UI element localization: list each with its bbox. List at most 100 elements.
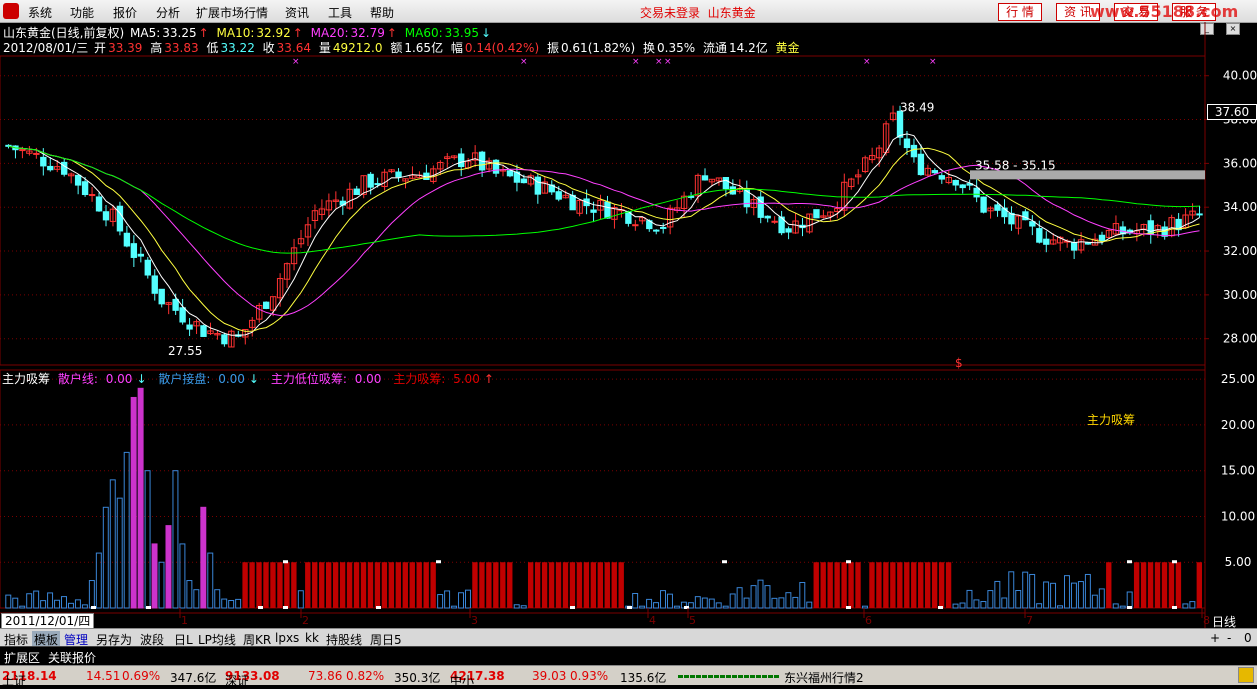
indicator-s2: 散户接盘: 0.00 ↓	[158, 372, 259, 386]
indicator-dot	[436, 560, 441, 564]
indicator-bar	[284, 562, 290, 608]
candle-body	[151, 275, 158, 294]
candle-body	[172, 298, 179, 311]
indicator-bar	[1112, 603, 1119, 609]
related-quote-tab[interactable]: 关联报价	[48, 649, 96, 666]
price-tick-label: 32.00	[1223, 244, 1257, 258]
indicator-bar	[1077, 581, 1084, 609]
indicator-bar	[778, 597, 785, 609]
indicator-bar	[987, 590, 994, 609]
month-label: 4	[649, 614, 656, 627]
indicator-bar	[186, 580, 193, 609]
indicator-bar	[444, 590, 451, 609]
indicator-bar	[646, 598, 653, 609]
candle-body	[903, 138, 911, 149]
indicator-bar	[172, 470, 179, 609]
indicator-bar	[945, 562, 952, 608]
indicator-bar	[918, 562, 924, 608]
tab-lpxs[interactable]: lpxs	[275, 631, 299, 645]
signal-marker: $	[955, 356, 963, 370]
indicator-bar	[1015, 590, 1022, 609]
candle-body	[353, 188, 360, 195]
indicator-bar	[701, 597, 708, 609]
candle-body	[130, 243, 138, 258]
indicator-bar	[388, 562, 395, 608]
indicator-bar	[764, 585, 771, 609]
indicator-bar	[632, 593, 639, 609]
indicator-bar	[325, 562, 332, 608]
candle-body	[660, 226, 667, 229]
indicator-bar	[416, 562, 422, 608]
indicator-bar	[1084, 573, 1091, 609]
indicator-bar	[555, 562, 562, 608]
indicator-bar	[339, 562, 346, 608]
indicator-bar	[938, 562, 945, 608]
indicator-bar	[1001, 597, 1008, 609]
event-marker: ×	[655, 57, 663, 67]
indicator-bar	[750, 585, 757, 609]
candle-body	[994, 204, 1001, 211]
indicator-bar	[1106, 562, 1112, 608]
chart-canvas[interactable]: 40.0038.0036.0034.0032.0030.0028.00 25.0…	[0, 0, 1257, 684]
indicator-bar	[1063, 575, 1070, 609]
indicator-bar	[848, 562, 854, 608]
indicator-bar	[736, 587, 743, 609]
indicator-bar	[722, 605, 729, 609]
indicator-bar	[179, 543, 186, 609]
indicator-dot	[846, 606, 851, 609]
candle-body	[534, 176, 542, 195]
indicator-bar	[479, 562, 485, 608]
reset-button[interactable]: 0	[1244, 631, 1252, 645]
indicator-bar	[270, 562, 276, 608]
tab-kk[interactable]: kk	[305, 631, 319, 645]
candle-body	[74, 174, 82, 186]
indicator-bar	[472, 562, 478, 608]
candle-body	[701, 175, 709, 181]
sh-pct: 0.69%	[122, 669, 161, 683]
candle-body	[123, 232, 131, 247]
indicator-bar	[61, 596, 67, 609]
indicator-bar	[54, 599, 61, 609]
indicator-bar	[214, 589, 221, 609]
indicator-bar	[813, 562, 819, 608]
candle-body	[590, 209, 597, 213]
candle-body	[555, 191, 562, 200]
candle-body	[95, 196, 103, 212]
indicator-dot	[846, 560, 851, 564]
lock-icon[interactable]	[1238, 667, 1254, 683]
indicator-bar	[708, 598, 715, 609]
event-marker: ×	[863, 57, 871, 67]
zoom-in-button[interactable]: +	[1210, 631, 1220, 645]
indicator-bar	[1161, 562, 1168, 608]
candle-body	[263, 301, 270, 309]
indicator-bar	[715, 602, 722, 609]
indicator-bar	[1168, 562, 1175, 608]
indicator-s1: 散户线: 0.00 ↓	[57, 372, 147, 386]
candle-body	[492, 159, 500, 174]
indicator-dot	[283, 560, 288, 564]
candle-body	[980, 196, 987, 213]
indicator-bar	[583, 562, 590, 608]
indicator-dot	[258, 606, 263, 609]
indicator-bar	[799, 581, 806, 609]
candle-body	[374, 183, 381, 186]
price-tick-label: 40.00	[1223, 69, 1257, 83]
ext-area-tab[interactable]: 扩展区	[4, 649, 40, 666]
candle-body	[771, 220, 778, 223]
indicator-bar	[1133, 562, 1140, 608]
indicator-dot	[283, 606, 288, 609]
indicator-bar	[980, 601, 987, 609]
indicator-bar	[827, 562, 833, 608]
indicator-bar	[1154, 562, 1161, 608]
indicator-bar	[374, 562, 381, 608]
indicator-bar	[1008, 571, 1015, 609]
indicator-bar	[33, 590, 40, 609]
indicator-bar	[151, 543, 158, 609]
indicator-bar	[973, 599, 980, 609]
indicator-bar	[464, 589, 471, 609]
zoom-out-button[interactable]: -	[1227, 631, 1231, 645]
indicator-bar	[771, 597, 778, 609]
event-marker: ×	[664, 57, 672, 67]
indicator-bar	[562, 562, 569, 608]
indicator-bar	[458, 592, 464, 609]
